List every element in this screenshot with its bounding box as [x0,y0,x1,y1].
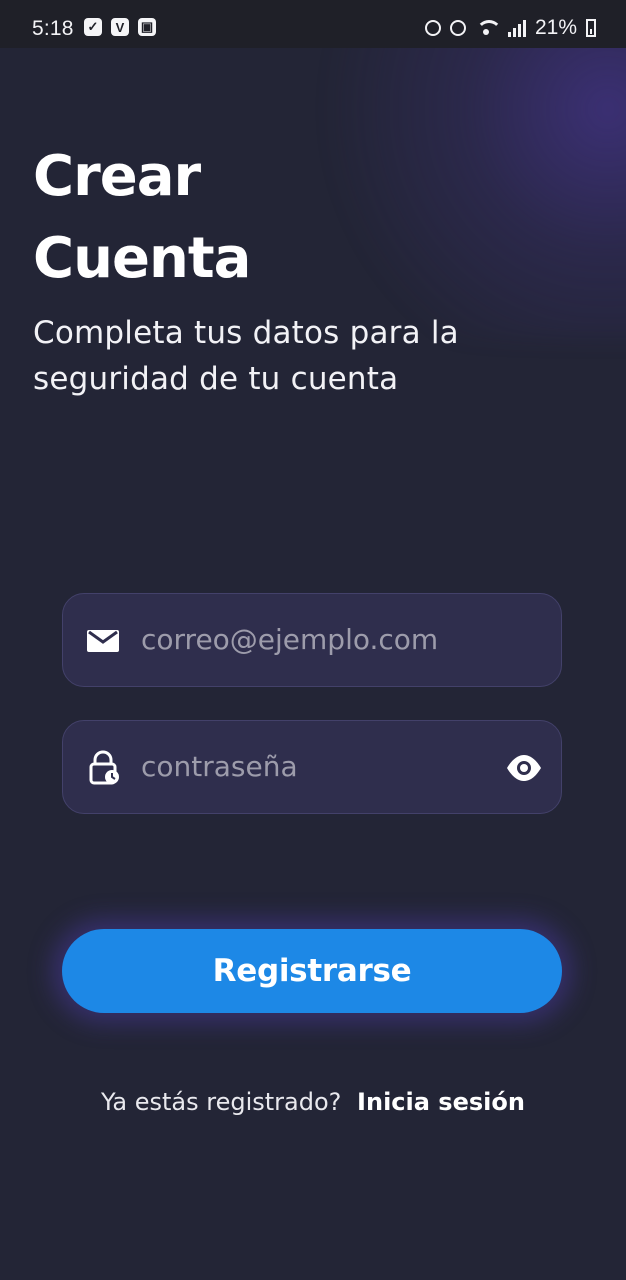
status-time: 5:18 [32,17,74,40]
password-field[interactable] [62,720,562,814]
status-system-icons: 21% [424,16,596,40]
check-box-icon: ✓ [84,18,102,36]
register-button[interactable]: Registrarse [62,929,562,1013]
page-subtitle: Completa tus datos para la seguridad de … [33,315,459,397]
lock-clock-icon [89,750,119,785]
login-link[interactable]: Inicia sesión [357,1088,525,1116]
battery-percent: 21% [534,16,577,39]
battery-icon [586,19,596,37]
image-icon: ▣ [138,18,156,36]
eye-icon[interactable] [505,751,543,785]
login-question: Ya estás registrado? [101,1088,342,1116]
v-app-icon: V [111,18,129,36]
mail-icon [87,630,119,652]
login-prompt: Ya estás registrado? Inicia sesión [0,1085,626,1119]
email-input[interactable] [141,620,481,660]
password-input[interactable] [141,747,481,787]
status-bar: 5:18 ✓ V ▣ 21% [0,0,626,48]
background-glow [286,10,626,340]
page-title: Crear Cuenta [33,144,251,291]
status-notification-icons: ✓ V ▣ [84,18,156,36]
privacy-icon [424,20,441,36]
email-field[interactable] [62,593,562,687]
signup-screen: 5:18 ✓ V ▣ 21% Crear Cuenta Completa tus… [0,0,626,1280]
wifi-icon [475,19,502,37]
signal-icon [507,19,526,37]
alarm-icon [449,20,466,36]
